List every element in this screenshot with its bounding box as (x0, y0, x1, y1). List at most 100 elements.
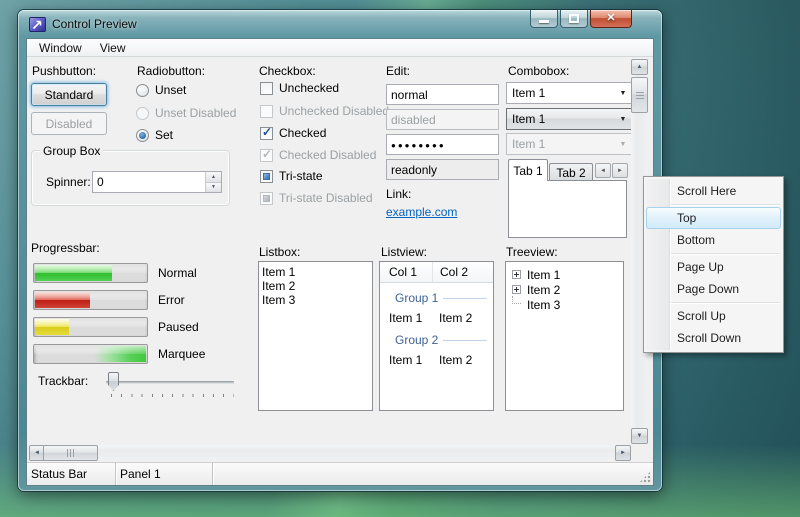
trackbar-track[interactable] (106, 381, 234, 384)
group-box: Group Box Spinner: 0 ▲ ▼ (31, 150, 230, 206)
radio-unset[interactable]: Unset (136, 82, 186, 98)
radio-set[interactable]: Set (136, 127, 173, 143)
list-item[interactable]: Item 3 (259, 293, 372, 307)
trackbar-thumb[interactable] (108, 372, 119, 391)
tree-connector (512, 296, 521, 304)
menu-view[interactable]: View (91, 40, 135, 56)
listbox-label: Listbox: (259, 245, 300, 259)
client-area: Pushbutton: Radiobutton: Checkbox: Edit:… (27, 57, 653, 462)
checkbox-icon (260, 105, 273, 118)
scroll-right-button[interactable]: ► (615, 445, 631, 461)
menu-item-scroll-here[interactable]: Scroll Here (646, 180, 781, 202)
menu-item-bottom[interactable]: Bottom (646, 229, 781, 251)
checkbox-unchecked[interactable]: Unchecked (260, 80, 339, 96)
status-panel: Status Bar (27, 463, 116, 485)
checkbox-label: Tri-state Disabled (279, 191, 373, 205)
titlebar[interactable]: Control Preview ✕ (26, 10, 654, 38)
scroll-down-button[interactable]: ▼ (631, 428, 648, 444)
progressbar-normal (33, 263, 148, 283)
listview-group-header: Group 1 (395, 291, 487, 305)
horizontal-scroll-thumb[interactable] (43, 445, 98, 461)
menu-item-page-up[interactable]: Page Up (646, 256, 781, 278)
standard-button[interactable]: Standard (31, 83, 107, 106)
tree-item-label: Item 1 (527, 268, 560, 282)
maximize-button[interactable] (560, 10, 588, 28)
radio-icon (136, 107, 149, 120)
indeterminate-fill (263, 195, 270, 202)
menu-item-scroll-up[interactable]: Scroll Up (646, 305, 781, 327)
check-icon: ✓ (262, 125, 272, 139)
column-header[interactable]: Col 1 (380, 262, 433, 282)
horizontal-scrollbar[interactable]: ◄ ► (29, 445, 631, 461)
checkbox-label: Unchecked (279, 81, 339, 95)
edit-password[interactable]: ●●●●●●●● (386, 134, 499, 155)
combobox-normal[interactable]: Item 1 ▼ (506, 82, 632, 104)
menu-item-scroll-down[interactable]: Scroll Down (646, 327, 781, 349)
progress-gloss (34, 345, 147, 354)
treeview-label: Treeview: (506, 245, 558, 259)
column-header[interactable]: Col 2 (433, 262, 493, 282)
expand-plus-icon[interactable] (512, 285, 521, 294)
spinner-up-button[interactable]: ▲ (206, 172, 221, 183)
menu-item-page-down[interactable]: Page Down (646, 278, 781, 300)
spinner-down-button[interactable]: ▼ (206, 183, 221, 193)
status-panel-empty (213, 463, 653, 485)
tree-item[interactable]: Item 2 (506, 282, 623, 297)
window-inner: Window View Pushbutton: Radiobutton: Che… (26, 38, 654, 486)
checkbox-indeterminate-icon (260, 170, 273, 183)
status-bar: Status Bar Panel 1 (27, 462, 653, 485)
app-window: Control Preview ✕ Window View Pushbutton… (18, 10, 662, 491)
list-item[interactable]: Item 2 (259, 279, 372, 293)
tree-item[interactable]: Item 3 (506, 297, 623, 312)
close-button[interactable]: ✕ (590, 10, 632, 28)
edit-disabled: disabled (386, 109, 499, 130)
tab-content-panel (508, 180, 627, 238)
scroll-up-button[interactable]: ▲ (631, 59, 648, 75)
combobox-label: Combobox: (508, 64, 569, 78)
combobox-disabled: Item 1 ▼ (506, 133, 632, 155)
checkbox-checked-disabled: ✓ Checked Disabled (260, 147, 376, 163)
group-box-legend: Group Box (40, 144, 103, 158)
desktop: { "window": { "title": "Control Preview"… (0, 0, 800, 517)
tree-item-label: Item 2 (527, 283, 560, 297)
radio-checked-icon (136, 129, 149, 142)
checkbox-icon (260, 82, 273, 95)
expand-plus-icon[interactable] (512, 270, 521, 279)
tab-1[interactable]: Tab 1 (508, 159, 548, 181)
progressbar-error (33, 290, 148, 310)
tree-item-label: Item 3 (527, 298, 560, 312)
checkbox-checked-icon: ✓ (260, 149, 273, 162)
tab-2[interactable]: Tab 2 (549, 163, 593, 181)
edit-normal[interactable]: normal (386, 84, 499, 105)
list-item[interactable]: Item 1 (259, 265, 372, 279)
combobox-droplist[interactable]: Item 1 ▼ (506, 108, 632, 130)
trackbar-label: Trackbar: (38, 374, 88, 388)
group-name: Group 1 (395, 291, 438, 305)
group-name: Group 2 (395, 333, 438, 347)
listview-label: Listview: (381, 245, 427, 259)
checkbox-indeterminate-icon (260, 192, 273, 205)
example-link[interactable]: example.com (386, 205, 457, 219)
chevron-down-icon: ▼ (615, 90, 631, 97)
minimize-button[interactable] (530, 10, 558, 28)
checkbox-tristate[interactable]: Tri-state (260, 168, 323, 184)
table-row[interactable]: Item 1 Item 2 (389, 311, 493, 325)
treeview: Item 1 Item 2 Item 3 (505, 261, 624, 411)
edit-readonly[interactable]: readonly (386, 159, 499, 180)
table-row[interactable]: Item 1 Item 2 (389, 353, 493, 367)
progressbar-paused (33, 317, 148, 337)
checkbox-label: Unchecked Disabled (279, 104, 389, 118)
tree-item[interactable]: Item 1 (506, 267, 623, 282)
listview-header: Col 1 Col 2 (380, 262, 493, 283)
menu-window[interactable]: Window (30, 40, 91, 56)
chevron-down-icon: ▼ (615, 116, 631, 123)
spinner-value[interactable]: 0 (93, 172, 205, 192)
tab-scroll-right-button[interactable]: ► (612, 163, 628, 178)
checkbox-tristate-disabled: Tri-state Disabled (260, 190, 373, 206)
radio-label: Unset Disabled (155, 106, 236, 120)
tab-scroll-left-button[interactable]: ◄ (595, 163, 611, 178)
checkbox-checked[interactable]: ✓ Checked (260, 125, 326, 141)
link-label: Link: (386, 187, 411, 201)
vertical-scroll-thumb[interactable] (631, 77, 648, 113)
menu-item-top[interactable]: Top (646, 207, 781, 229)
